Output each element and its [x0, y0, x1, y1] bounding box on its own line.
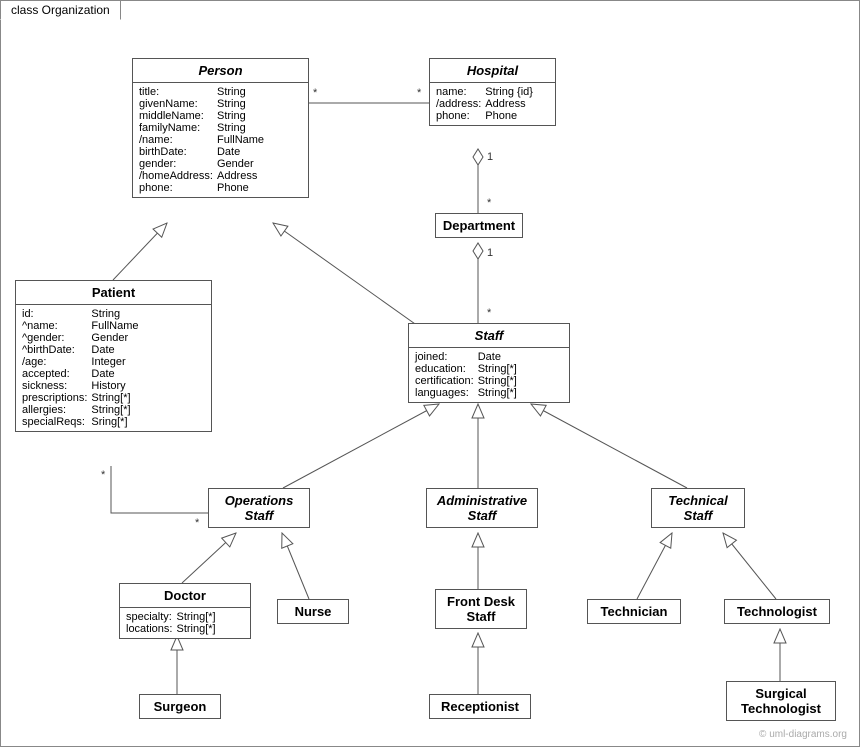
attr-cell: String {id}	[485, 86, 537, 98]
class-receptionist: Receptionist	[429, 694, 531, 719]
attr-cell: String[*]	[478, 375, 521, 387]
attr-cell: locations:	[126, 623, 176, 635]
attr-cell: joined:	[415, 351, 478, 363]
attr-cell: specialReqs:	[22, 416, 91, 428]
attr-cell: Address	[217, 170, 268, 182]
class-technician: Technician	[587, 599, 681, 624]
attr-cell: languages:	[415, 387, 478, 399]
attr-cell: Phone	[485, 110, 537, 122]
attr-cell: String[*]	[91, 392, 142, 404]
class-title: Technologist	[725, 600, 829, 623]
attr-cell: middleName:	[139, 110, 217, 122]
class-surgeon: Surgeon	[139, 694, 221, 719]
attr-cell: id:	[22, 308, 91, 320]
attr-cell: ^birthDate:	[22, 344, 91, 356]
class-title: Staff	[409, 324, 569, 348]
class-operations-staff: OperationsStaff	[208, 488, 310, 528]
attr-cell: /age:	[22, 356, 91, 368]
attr-cell: givenName:	[139, 98, 217, 110]
attr-cell: History	[91, 380, 142, 392]
attr-cell: Sring[*]	[91, 416, 142, 428]
attr-cell: String[*]	[176, 623, 219, 635]
class-front-desk-staff: Front DeskStaff	[435, 589, 527, 629]
class-title: TechnicalStaff	[652, 489, 744, 527]
attr-cell: FullName	[217, 134, 268, 146]
class-technologist: Technologist	[724, 599, 830, 624]
class-staff: Staff joined:Dateeducation:String[*]cert…	[408, 323, 570, 403]
class-technical-staff: TechnicalStaff	[651, 488, 745, 528]
class-attrs: title:StringgivenName:StringmiddleName:S…	[133, 83, 308, 197]
attr-cell: gender:	[139, 158, 217, 170]
frame-title: class Organization	[11, 3, 110, 17]
attr-cell: Phone	[217, 182, 268, 194]
attr-cell: allergies:	[22, 404, 91, 416]
attr-cell: Date	[91, 368, 142, 380]
attr-cell: prescriptions:	[22, 392, 91, 404]
attr-cell: String[*]	[176, 611, 219, 623]
attr-cell: title:	[139, 86, 217, 98]
class-person: Person title:StringgivenName:Stringmiddl…	[132, 58, 309, 198]
class-title: AdministrativeStaff	[427, 489, 537, 527]
class-attrs: id:String^name:FullName^gender:Gender^bi…	[16, 305, 211, 431]
attr-cell: String	[91, 308, 142, 320]
class-title: OperationsStaff	[209, 489, 309, 527]
attr-cell: phone:	[436, 110, 485, 122]
attr-cell: String[*]	[91, 404, 142, 416]
attr-cell: String[*]	[478, 363, 521, 375]
attr-cell: FullName	[91, 320, 142, 332]
class-title: Department	[436, 214, 522, 237]
attr-cell: /address:	[436, 98, 485, 110]
class-surgical-technologist: SurgicalTechnologist	[726, 681, 836, 721]
attr-cell: Gender	[91, 332, 142, 344]
attr-cell: accepted:	[22, 368, 91, 380]
attr-cell: birthDate:	[139, 146, 217, 158]
class-title: Person	[133, 59, 308, 83]
class-title: Technician	[588, 600, 680, 623]
class-hospital: Hospital name:String {id}/address:Addres…	[429, 58, 556, 126]
class-attrs: joined:Dateeducation:String[*]certificat…	[409, 348, 569, 402]
attr-cell: ^gender:	[22, 332, 91, 344]
attr-cell: Date	[91, 344, 142, 356]
attr-cell: Date	[478, 351, 521, 363]
class-title: Nurse	[278, 600, 348, 623]
class-nurse: Nurse	[277, 599, 349, 624]
attr-cell: String	[217, 98, 268, 110]
class-attrs: specialty:String[*]locations:String[*]	[120, 608, 250, 638]
attr-cell: Date	[217, 146, 268, 158]
attr-cell: /name:	[139, 134, 217, 146]
attr-cell: Gender	[217, 158, 268, 170]
class-title: Doctor	[120, 584, 250, 608]
attr-cell: familyName:	[139, 122, 217, 134]
class-title: Front DeskStaff	[436, 590, 526, 628]
class-title: Receptionist	[430, 695, 530, 718]
class-title: SurgicalTechnologist	[727, 682, 835, 720]
class-department: Department	[435, 213, 523, 238]
class-doctor: Doctor specialty:String[*]locations:Stri…	[119, 583, 251, 639]
attr-cell: certification:	[415, 375, 478, 387]
attr-cell: /homeAddress:	[139, 170, 217, 182]
attr-cell: String	[217, 110, 268, 122]
attr-cell: sickness:	[22, 380, 91, 392]
attr-cell: specialty:	[126, 611, 176, 623]
attr-cell: Integer	[91, 356, 142, 368]
attr-cell: String	[217, 86, 268, 98]
attr-cell: Address	[485, 98, 537, 110]
diagram-frame: class Organization	[0, 0, 860, 747]
attr-cell: String[*]	[478, 387, 521, 399]
class-title: Surgeon	[140, 695, 220, 718]
frame-title-tab: class Organization	[0, 0, 121, 20]
attr-cell: name:	[436, 86, 485, 98]
class-title: Hospital	[430, 59, 555, 83]
class-patient: Patient id:String^name:FullName^gender:G…	[15, 280, 212, 432]
class-attrs: name:String {id}/address:Addressphone:Ph…	[430, 83, 555, 125]
attr-cell: String	[217, 122, 268, 134]
attr-cell: phone:	[139, 182, 217, 194]
attr-cell: ^name:	[22, 320, 91, 332]
class-title: Patient	[16, 281, 211, 305]
attr-cell: education:	[415, 363, 478, 375]
class-administrative-staff: AdministrativeStaff	[426, 488, 538, 528]
